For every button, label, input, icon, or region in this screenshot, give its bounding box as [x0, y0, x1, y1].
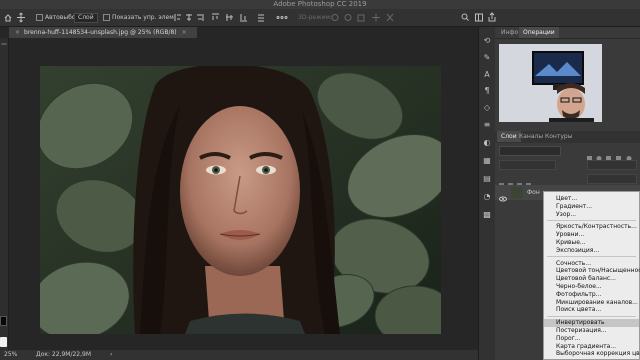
menu-item[interactable]: Поиск цвета...: [556, 306, 601, 313]
blend-mode-dropdown[interactable]: [499, 160, 556, 170]
menu-separator: [547, 219, 636, 221]
patterns-icon[interactable]: ▩: [483, 211, 491, 219]
visibility-eye-icon[interactable]: [499, 188, 507, 207]
portrait-photo: [40, 66, 441, 334]
title-bar: Adobe Photoshop CC 2019: [0, 0, 640, 9]
3d-mode-label: 3D-режим:: [298, 14, 332, 21]
menu-item[interactable]: Узор...: [556, 211, 576, 218]
menu-item[interactable]: Цветовой тон/Насыщенность...: [556, 267, 640, 274]
home-icon[interactable]: [3, 9, 13, 26]
menu-item[interactable]: Яркость/Контрастность...: [556, 223, 637, 230]
autoselect-value: Слой: [74, 13, 98, 23]
adjustment-layer-menu: Цвет... Градиент... Узор... Яркость/Контрас…: [543, 191, 640, 360]
workspace-icon[interactable]: [474, 9, 484, 26]
menu-item[interactable]: Кривые...: [556, 239, 586, 246]
document-size: Док: 22,9M/22,9M: [36, 351, 92, 358]
layer-name[interactable]: Фон: [527, 187, 540, 198]
document-image[interactable]: [40, 66, 441, 334]
menu-item[interactable]: Черно-белое...: [556, 283, 602, 290]
foreground-color-swatch[interactable]: [0, 316, 7, 326]
close-tab-icon[interactable]: ×: [15, 29, 20, 36]
styles-icon[interactable]: ◔: [483, 193, 491, 201]
align-icons[interactable]: [172, 9, 292, 26]
properties-icon[interactable]: ≡: [483, 121, 491, 129]
character-icon[interactable]: A: [483, 71, 491, 79]
paragraph-icon[interactable]: ¶: [483, 87, 491, 95]
menu-separator: [547, 256, 636, 258]
share-icon[interactable]: [487, 9, 497, 26]
menu-item[interactable]: Градиент...: [556, 203, 592, 210]
layer-thumbnail: [511, 187, 523, 198]
zoom-level[interactable]: 25%: [4, 350, 17, 360]
show-controls-label: Показать упр. элем: [112, 14, 174, 21]
menu-item[interactable]: Микширование каналов...: [556, 299, 638, 306]
lock-icons[interactable]: [499, 174, 549, 188]
menu-item[interactable]: Сочность...: [556, 260, 591, 267]
background-color-swatch[interactable]: [0, 337, 7, 347]
menu-item[interactable]: Порог...: [556, 335, 581, 342]
menu-item[interactable]: Цвет...: [556, 195, 577, 202]
menu-item[interactable]: Цветовой баланс...: [556, 275, 616, 282]
menu-item[interactable]: Уровни...: [556, 231, 584, 238]
move-tool-icon[interactable]: [16, 9, 26, 26]
3d-cube-icon[interactable]: ◇: [483, 104, 491, 112]
menu-item[interactable]: Карта градиента...: [556, 343, 616, 350]
tools-panel: [0, 38, 9, 359]
document-tab-title: brenna-huff-1148534-unsplash.jpg @ 25% (…: [24, 29, 177, 36]
fill-field[interactable]: [587, 174, 637, 184]
status-bar: 25% Док: 22,9M/22,9M ›: [0, 350, 478, 360]
menu-item[interactable]: Фотофильтр...: [556, 291, 601, 298]
3d-mode-icons[interactable]: [330, 9, 400, 26]
tab-paths[interactable]: Контуры: [541, 131, 576, 142]
search-icon[interactable]: [460, 9, 470, 26]
panel-dock-icons: ⟲ ✎ A ¶ ◇ ≡ ◐ ▦ ▤ ◔ ▩: [478, 27, 496, 360]
tab-actions[interactable]: Операции: [519, 27, 559, 38]
layer-filter-dropdown[interactable]: [499, 146, 561, 156]
app-title: Adobe Photoshop CC 2019: [273, 0, 367, 8]
document-tab[interactable]: × brenna-huff-1148534-unsplash.jpg @ 25% …: [9, 27, 197, 38]
opacity-field[interactable]: [587, 160, 637, 170]
layer-filter-icons[interactable]: [587, 147, 635, 161]
options-bar: Автовыбор: Слой Показать упр. элем 3D-ре…: [0, 9, 640, 27]
autoselect-dropdown[interactable]: Слой: [74, 9, 98, 26]
history-icon[interactable]: ⟲: [483, 37, 491, 45]
webcam-overlay: [499, 44, 602, 122]
swatches-icon[interactable]: ▦: [483, 157, 491, 165]
menu-item[interactable]: Выборочная коррекция цвета...: [556, 350, 640, 357]
show-controls-checkbox[interactable]: [103, 9, 110, 26]
close-icon[interactable]: ×: [182, 29, 187, 36]
adjustments-icon[interactable]: ◐: [483, 139, 491, 147]
autoselect-checkbox[interactable]: [36, 9, 43, 26]
gradients-icon[interactable]: ▤: [483, 175, 491, 183]
brush-settings-icon[interactable]: ✎: [483, 54, 491, 62]
menu-item[interactable]: Экспозиция...: [556, 247, 599, 254]
menu-separator: [547, 315, 636, 317]
menu-item[interactable]: Постеризация...: [556, 327, 607, 334]
toolbar-grip[interactable]: [1, 43, 7, 45]
menu-item[interactable]: Инвертировать: [556, 319, 605, 326]
status-arrow-icon[interactable]: ›: [110, 350, 112, 360]
